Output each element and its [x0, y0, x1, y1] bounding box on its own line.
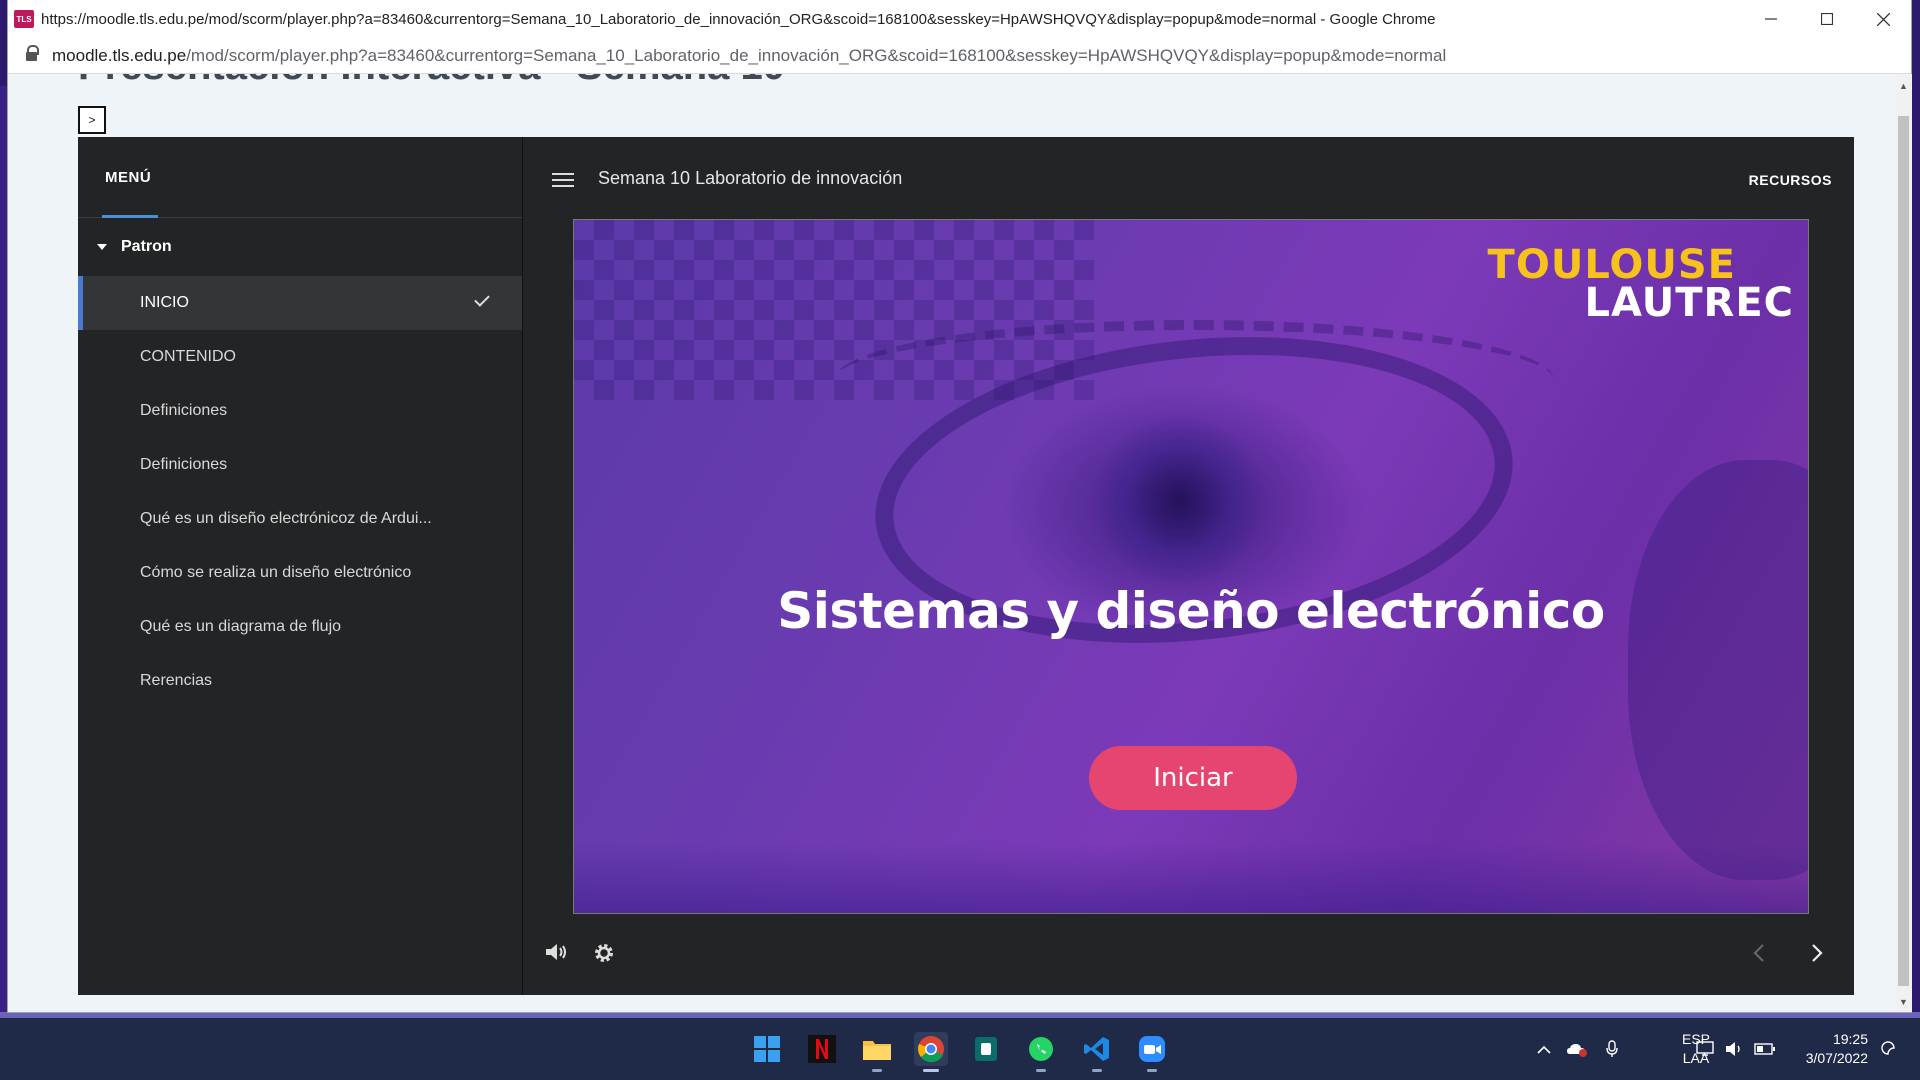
menu-item-label: Rerencias — [140, 672, 213, 689]
background-shape — [1628, 460, 1808, 880]
menu-item-definiciones-1[interactable]: Definiciones — [78, 384, 522, 438]
page-content: Presentación Interactiva - Semana 10 > M… — [8, 74, 1894, 1012]
microphone-icon[interactable] — [1606, 1018, 1618, 1080]
netflix-icon[interactable] — [805, 1032, 839, 1066]
battery-icon[interactable] — [1754, 1018, 1776, 1080]
file-explorer-icon[interactable] — [860, 1032, 894, 1072]
menu-item-label: Cómo se realiza un diseño electrónico — [140, 564, 412, 581]
url-field[interactable]: moodle.tls.edu.pe/mod/scorm/player.php?a… — [52, 46, 1446, 66]
windows-start-icon[interactable] — [750, 1032, 784, 1066]
start-button[interactable]: Iniciar — [1089, 746, 1297, 810]
clock-time: 19:25 — [1832, 1031, 1868, 1047]
title-bar[interactable]: TLS https://moodle.tls.edu.pe/mod/scorm/… — [8, 0, 1911, 38]
url-host: moodle.tls.edu.pe — [52, 45, 187, 65]
menu-group-label: Patron — [121, 238, 172, 255]
hamburger-menu-icon[interactable] — [552, 173, 574, 187]
chevron-right-icon[interactable] — [1810, 943, 1824, 963]
menu-title[interactable]: MENÚ — [105, 169, 151, 186]
menu-item-label: Definiciones — [140, 456, 228, 473]
menu-item-diagrama-flujo[interactable]: Qué es un diagrama de flujo — [78, 600, 522, 654]
logo-lautrec: LAUTREC — [1584, 280, 1794, 326]
gear-icon[interactable] — [592, 941, 616, 965]
page-scrollbar[interactable]: ▲ ▼ — [1895, 74, 1912, 1012]
site-favicon: TLS — [14, 10, 34, 28]
slide-title: Sistemas y diseño electrónico — [777, 582, 1605, 640]
app-active-indicator — [923, 1069, 939, 1072]
scorm-player: MENÚ Patron INICIO CONTENIDO Definicione… — [78, 137, 1854, 995]
menu-item-label: Qué es un diagrama de flujo — [140, 618, 342, 635]
background-floor — [574, 843, 1808, 913]
minimize-icon[interactable] — [1743, 0, 1799, 38]
clock[interactable]: 19:25 3/07/2022 — [1806, 1030, 1868, 1068]
app-running-indicator — [872, 1069, 882, 1072]
background-iris — [1094, 415, 1264, 585]
sidebar-menu: MENÚ Patron INICIO CONTENIDO Definicione… — [78, 137, 523, 995]
window-title: https://moodle.tls.edu.pe/mod/scorm/play… — [41, 10, 1436, 28]
scroll-down-icon[interactable]: ▼ — [1895, 994, 1912, 1010]
maximize-icon[interactable] — [1799, 0, 1855, 38]
network-icon[interactable] — [1696, 1018, 1716, 1080]
menu-item-label: Definiciones — [140, 402, 228, 419]
chrome-icon[interactable] — [914, 1032, 948, 1072]
clock-date: 3/07/2022 — [1805, 1050, 1868, 1066]
menu-item-inicio[interactable]: INICIO — [78, 276, 522, 330]
menu-item-label: Qué es un diseño electrónicoz de Ardui..… — [140, 510, 432, 527]
menu-tab-indicator — [102, 215, 158, 218]
menu-item-label: CONTENIDO — [140, 348, 236, 365]
menu-group-patron[interactable]: Patron — [78, 218, 522, 276]
resources-button[interactable]: RECURSOS — [1749, 172, 1832, 188]
url-path: /mod/scorm/player.php?a=83460&currentorg… — [186, 45, 1447, 65]
notifications-icon[interactable] — [1880, 1018, 1896, 1080]
taskbar: ESP LAA 19:25 3/07/2022 — [0, 1018, 1920, 1080]
menu-item-label: INICIO — [140, 294, 189, 311]
menu-item-como-realiza[interactable]: Cómo se realiza un diseño electrónico — [78, 546, 522, 600]
caret-down-icon — [97, 244, 107, 250]
menu-item-referencias[interactable]: Rerencias — [78, 654, 522, 708]
address-bar[interactable]: moodle.tls.edu.pe/mod/scorm/player.php?a… — [8, 38, 1911, 74]
scroll-thumb[interactable] — [1898, 116, 1909, 986]
menu-item-arduino[interactable]: Qué es un diseño electrónicoz de Ardui..… — [78, 492, 522, 546]
vscode-icon[interactable] — [1080, 1032, 1114, 1072]
stage-area: Semana 10 Laboratorio de innovación RECU… — [524, 137, 1854, 995]
onedrive-error-icon[interactable] — [1566, 1018, 1588, 1080]
slide-canvas: TOULOUSE LAUTREC Sistemas y diseño elect… — [573, 219, 1809, 914]
menu-header: MENÚ — [78, 137, 522, 218]
whatsapp-icon[interactable] — [1024, 1032, 1058, 1072]
zoom-icon[interactable] — [1135, 1032, 1169, 1072]
lock-icon[interactable] — [26, 44, 39, 62]
app-running-indicator — [1092, 1069, 1102, 1072]
volume-tray-icon[interactable] — [1725, 1018, 1745, 1080]
scroll-up-icon[interactable]: ▲ — [1895, 78, 1912, 94]
check-icon — [474, 292, 486, 310]
volume-icon[interactable] — [544, 941, 570, 963]
close-icon[interactable] — [1855, 0, 1911, 38]
store-app-icon[interactable] — [969, 1032, 1003, 1066]
course-title: Semana 10 Laboratorio de innovación — [598, 168, 903, 188]
menu-item-definiciones-2[interactable]: Definiciones — [78, 438, 522, 492]
chevron-left-icon[interactable] — [1752, 943, 1766, 963]
app-running-indicator — [1036, 1069, 1046, 1072]
toggle-toc-button[interactable]: > — [78, 106, 106, 134]
page-title: Presentación Interactiva - Semana 10 — [78, 74, 785, 89]
app-running-indicator — [1147, 1069, 1157, 1072]
menu-item-contenido[interactable]: CONTENIDO — [78, 330, 522, 384]
show-hidden-icons-icon[interactable] — [1536, 1018, 1552, 1080]
